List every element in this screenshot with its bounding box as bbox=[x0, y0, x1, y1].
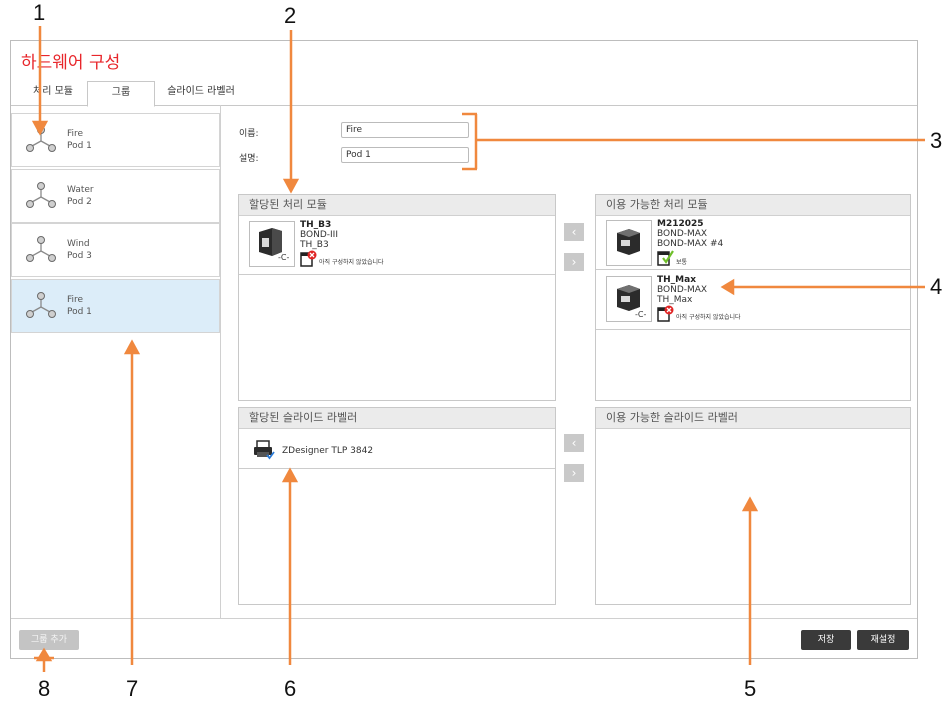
callout-number-1: 1 bbox=[33, 0, 46, 25]
callout-arrow-1 bbox=[31, 120, 49, 136]
callout-number-5: 5 bbox=[744, 676, 757, 701]
callout-overlay bbox=[31, 26, 925, 672]
callout-number-6: 6 bbox=[284, 676, 297, 701]
callout-number-3: 3 bbox=[930, 128, 943, 153]
callout-arrow-5 bbox=[741, 496, 759, 512]
callout-arrow-4 bbox=[720, 278, 735, 296]
callout-number-2: 2 bbox=[284, 3, 297, 28]
callout-number-4: 4 bbox=[930, 274, 943, 299]
callout-arrow-2 bbox=[282, 178, 300, 194]
callout-arrow-6 bbox=[281, 467, 299, 483]
callout-number-7: 7 bbox=[126, 676, 139, 701]
callout-number-8: 8 bbox=[38, 676, 51, 701]
callout-arrow-7 bbox=[123, 339, 141, 355]
